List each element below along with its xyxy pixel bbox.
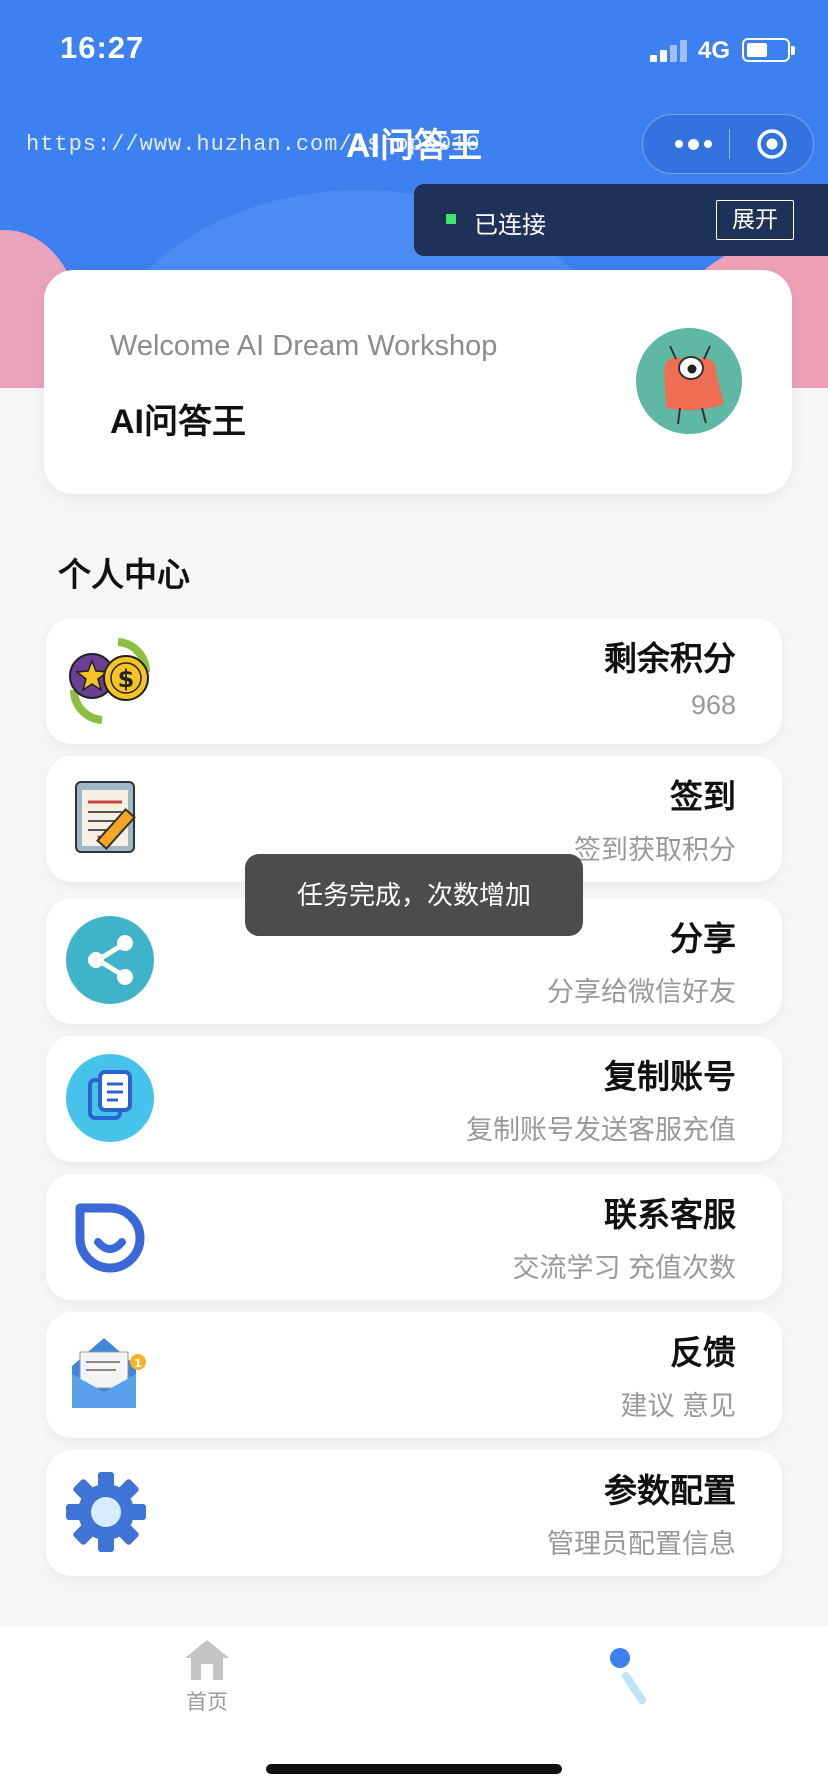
- share-icon: [66, 916, 154, 1004]
- points-value: 968: [690, 690, 736, 720]
- welcome-subtitle: Welcome AI Dream Workshop: [110, 330, 498, 362]
- tab-mine-icon[interactable]: [600, 1638, 664, 1718]
- menu-label: 签到: [670, 778, 736, 815]
- battery-icon: [742, 38, 795, 62]
- menu-desc: 交流学习 充值次数: [512, 1253, 736, 1283]
- close-miniprogram-icon[interactable]: [755, 127, 789, 161]
- menu-desc: 管理员配置信息: [547, 1529, 736, 1559]
- home-icon: [185, 1640, 229, 1680]
- customer-service-icon: [75, 1203, 145, 1273]
- toast-message: 任务完成，次数增加: [245, 854, 583, 936]
- welcome-title: AI问答王: [110, 403, 246, 441]
- menu-label: 复制账号: [604, 1058, 736, 1095]
- network-type: 4G: [698, 37, 731, 64]
- menu-label: 分享: [670, 920, 736, 957]
- menu-desc: 分享给微信好友: [547, 977, 736, 1007]
- svg-text:$: $: [118, 665, 135, 693]
- menu-label: 参数配置: [604, 1472, 736, 1509]
- watermark-url: https://www.huzhan.com/ishop0010: [26, 132, 481, 157]
- menu-desc: 签到获取积分: [574, 835, 736, 865]
- tab-bar: 首页: [0, 1626, 828, 1792]
- settings-gear-icon: [66, 1472, 146, 1552]
- section-title: 个人中心: [58, 556, 190, 593]
- expand-button[interactable]: 展开: [716, 200, 794, 240]
- menu-label: 联系客服: [604, 1196, 736, 1233]
- menu-desc: 建议 意见: [620, 1391, 736, 1421]
- menu-label: 反馈: [670, 1334, 736, 1371]
- status-bar: 16:27 4G: [0, 0, 828, 100]
- points-exchange-icon: $: [69, 638, 151, 724]
- tab-home-label: 首页: [186, 1691, 228, 1714]
- copy-documents-icon: [66, 1054, 154, 1142]
- avatar[interactable]: [636, 328, 742, 434]
- more-menu-button[interactable]: [665, 115, 721, 173]
- svg-text:1: 1: [134, 1357, 142, 1370]
- menu-item-feedback[interactable]: 1 反馈 建议 意见: [46, 1312, 782, 1438]
- more-dots-icon: [674, 140, 683, 148]
- home-indicator: [266, 1764, 562, 1774]
- connection-status-text: 已连接: [474, 212, 546, 239]
- menu-desc: 复制账号发送客服充值: [466, 1115, 736, 1145]
- menu-item-copy-account[interactable]: 复制账号 复制账号发送客服充值: [46, 1036, 782, 1162]
- welcome-card: Welcome AI Dream Workshop AI问答王: [44, 270, 792, 494]
- menu-label: 剩余积分: [604, 640, 736, 677]
- feedback-mail-icon: 1: [72, 1338, 146, 1408]
- connection-status-dot: [446, 214, 456, 224]
- checkin-notepad-icon: [75, 781, 136, 853]
- menu-item-customer-service[interactable]: 联系客服 交流学习 充值次数: [46, 1174, 782, 1300]
- menu-item-settings[interactable]: 参数配置 管理员配置信息: [46, 1450, 782, 1576]
- miniprogram-capsule: [642, 114, 814, 174]
- status-time: 16:27: [60, 30, 145, 65]
- signal-icon: [650, 40, 688, 62]
- connection-banner: 已连接 展开: [414, 184, 828, 256]
- menu-item-points[interactable]: $ 剩余积分 968: [46, 618, 782, 744]
- tab-home[interactable]: 首页: [178, 1638, 236, 1728]
- capsule-divider: [729, 129, 730, 159]
